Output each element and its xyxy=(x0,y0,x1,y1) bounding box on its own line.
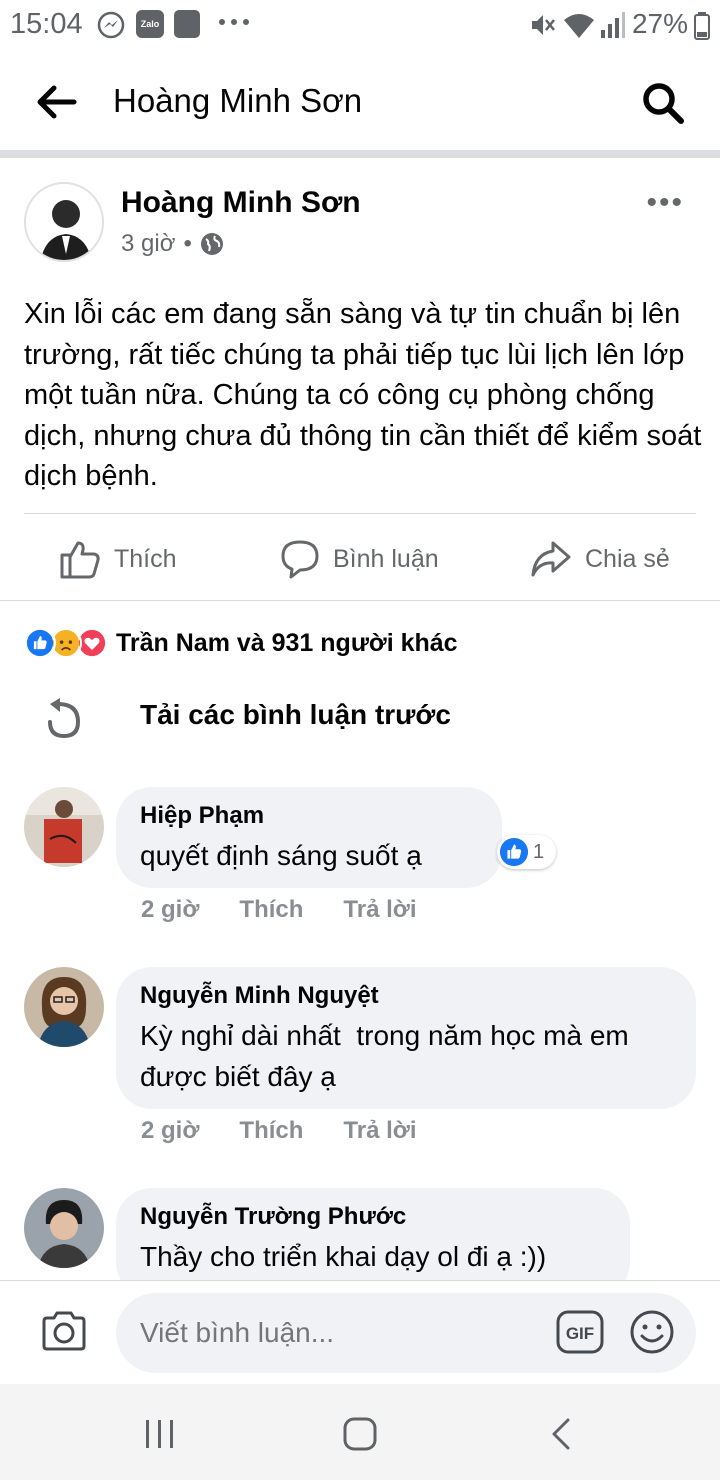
like-reaction-icon xyxy=(24,627,56,659)
commenter-avatar[interactable] xyxy=(24,1188,104,1268)
load-previous-label: Tải các bình luận trước xyxy=(140,699,451,730)
reactions-text: Trần Nam và 931 người khác xyxy=(116,628,458,657)
comment-label: Bình luận xyxy=(333,544,439,573)
comment-bubble-icon xyxy=(281,540,319,579)
header-divider xyxy=(0,150,720,158)
comment-like-badge[interactable]: 1 xyxy=(497,835,557,869)
signal-icon xyxy=(601,12,625,38)
battery-level: 27% xyxy=(631,8,688,39)
messenger-icon xyxy=(97,11,125,39)
wifi-icon xyxy=(564,14,594,38)
baomoi-icon xyxy=(174,10,200,38)
comment-input[interactable] xyxy=(116,1293,696,1373)
comment-reply-button[interactable]: Trả lời xyxy=(343,1117,416,1145)
app-header: Hoàng Minh Sơn xyxy=(0,50,720,150)
comment-time[interactable]: 2 giờ xyxy=(141,896,199,924)
system-nav-bar xyxy=(0,1384,720,1480)
post-meta: 3 giờ • xyxy=(121,230,224,258)
like-reaction-icon xyxy=(499,837,529,867)
post-text: Xin lỗi các em đang sẵn sàng và tự tin c… xyxy=(24,298,702,492)
back-nav-icon[interactable] xyxy=(542,1414,582,1454)
commenter-name[interactable]: Nguyễn Trường Phước xyxy=(140,1202,606,1232)
emoji-icon[interactable] xyxy=(628,1308,676,1356)
home-icon[interactable] xyxy=(340,1414,380,1454)
like-label: Thích xyxy=(114,544,177,573)
recent-apps-icon[interactable] xyxy=(140,1414,180,1454)
meta-separator: • xyxy=(183,230,192,257)
camera-icon[interactable] xyxy=(40,1309,88,1353)
page-title: Hoàng Minh Sơn xyxy=(113,82,363,119)
zalo-label: Zalo xyxy=(140,19,160,29)
comment-text: quyết định sáng suốt ạ xyxy=(140,840,422,871)
back-arrow-icon[interactable] xyxy=(32,82,80,122)
commenter-avatar[interactable] xyxy=(24,787,104,867)
commenter-name[interactable]: Nguyễn Minh Nguyệt xyxy=(140,981,672,1011)
comment-like-button[interactable]: Thích xyxy=(239,896,303,924)
commenter-name[interactable]: Hiệp Phạm xyxy=(140,801,478,831)
comment-like-button[interactable]: Thích xyxy=(239,1117,303,1145)
share-button[interactable]: Chia sẻ xyxy=(529,534,670,584)
post-time[interactable]: 3 giờ xyxy=(121,230,175,258)
comment-actions: 2 giờ Thích Trả lời xyxy=(141,896,417,924)
author-avatar[interactable] xyxy=(24,182,104,262)
post-author-name[interactable]: Hoàng Minh Sơn xyxy=(121,186,361,220)
post-bottom-divider xyxy=(0,600,720,601)
commenter-avatar[interactable] xyxy=(24,967,104,1047)
load-previous-comments[interactable]: Tải các bình luận trước xyxy=(44,695,451,741)
gif-button[interactable]: GIF xyxy=(556,1308,604,1356)
comment-like-count: 1 xyxy=(533,840,545,863)
comment-bubble[interactable]: Hiệp Phạm quyết định sáng suốt ạ xyxy=(116,787,502,888)
comment-actions: 2 giờ Thích Trả lời xyxy=(141,1117,417,1145)
comment-reply-button[interactable]: Trả lời xyxy=(343,896,416,924)
comment-text: Thầy cho triển khai dạy ol đi ạ :)) xyxy=(140,1241,547,1272)
comment-bubble[interactable]: Nguyễn Minh Nguyệt Kỳ nghỉ dài nhất tron… xyxy=(116,967,696,1109)
mute-icon xyxy=(532,15,555,35)
comment-button[interactable]: Bình luận xyxy=(279,534,439,584)
gif-label: GIF xyxy=(566,1324,594,1343)
search-icon[interactable] xyxy=(640,80,686,126)
zalo-icon: Zalo xyxy=(136,10,164,38)
share-arrow-icon xyxy=(531,541,571,577)
status-bar: 15:04 Zalo 27% xyxy=(0,0,720,50)
comment-text: Kỳ nghỉ dài nhất trong năm học mà em đượ… xyxy=(140,1020,637,1092)
like-button[interactable]: Thích xyxy=(58,534,177,584)
share-label: Chia sẻ xyxy=(585,544,670,573)
comment-time[interactable]: 2 giờ xyxy=(141,1117,199,1145)
more-options-icon[interactable]: ••• xyxy=(646,186,684,220)
globe-icon xyxy=(200,233,223,255)
post-action-bar: Thích Bình luận Chia sẻ xyxy=(0,524,720,594)
refresh-icon xyxy=(48,698,81,739)
comment-composer: GIF xyxy=(0,1280,720,1384)
status-time: 15:04 xyxy=(10,8,83,40)
post-divider xyxy=(24,513,696,514)
more-dots-icon xyxy=(219,19,249,25)
reactions-summary[interactable]: Trần Nam và 931 người khác xyxy=(24,625,458,661)
thumbs-up-icon xyxy=(60,541,100,579)
gif-icon: GIF xyxy=(556,1310,604,1354)
comment-bubble[interactable]: Nguyễn Trường Phước Thầy cho triển khai … xyxy=(116,1188,630,1280)
comment: Nguyễn Trường Phước Thầy cho triển khai … xyxy=(0,1188,720,1280)
battery-icon xyxy=(694,12,710,40)
